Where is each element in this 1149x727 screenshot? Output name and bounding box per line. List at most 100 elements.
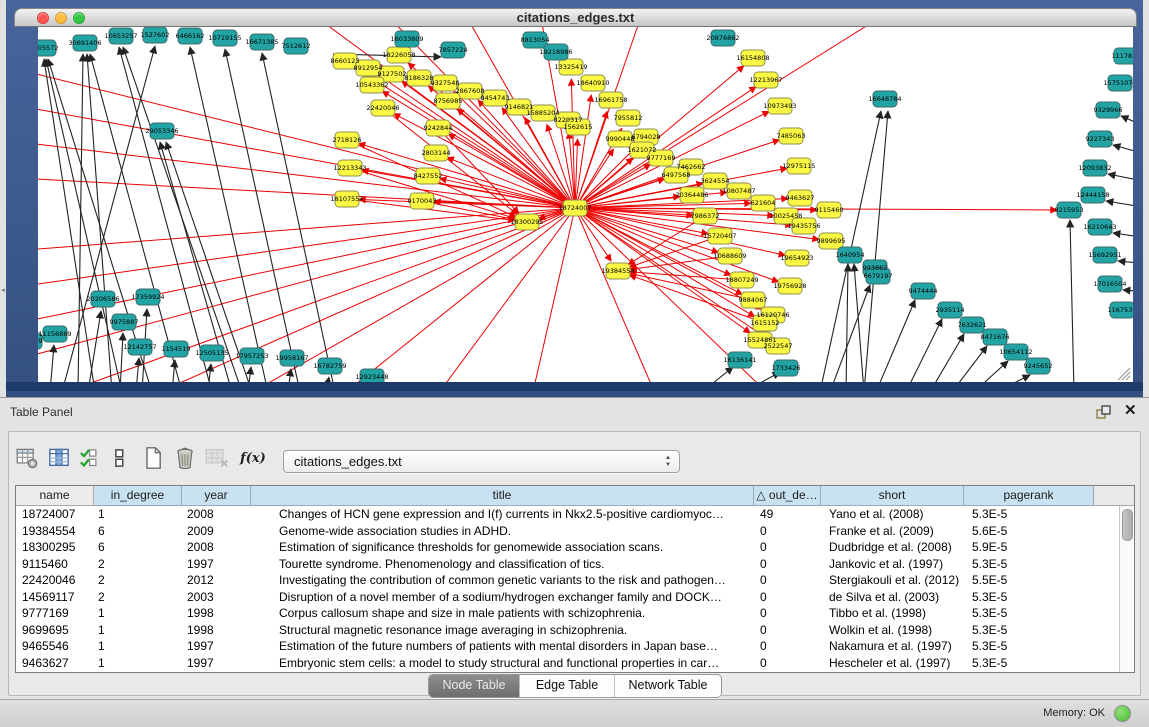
network-edge[interactable] bbox=[38, 95, 575, 208]
cell: Corpus callosum shape and size in male p… bbox=[251, 605, 754, 622]
delete-table-icon[interactable] bbox=[204, 445, 230, 471]
table-row[interactable]: 1456911722003Disruption of a novel membe… bbox=[16, 589, 1134, 606]
scrollbar-thumb[interactable] bbox=[1122, 509, 1133, 541]
network-edge[interactable] bbox=[88, 311, 101, 382]
splitter-collapse-arrow-icon[interactable]: ◂ bbox=[0, 286, 6, 294]
cell: 5.3E-5 bbox=[964, 638, 1094, 655]
cell: Dudbridge et al. (2008) bbox=[821, 539, 964, 556]
network-edge[interactable] bbox=[906, 319, 942, 382]
memory-ok-indicator-icon[interactable] bbox=[1114, 705, 1131, 722]
delete-trash-icon[interactable] bbox=[172, 445, 198, 471]
network-edge[interactable] bbox=[38, 55, 575, 208]
table-row[interactable]: 2242004622012Investigating the contribut… bbox=[16, 572, 1134, 589]
network-edge[interactable] bbox=[530, 208, 575, 382]
network-edge[interactable] bbox=[1113, 233, 1133, 238]
node-label: 7462662 bbox=[677, 163, 706, 171]
node-label: 1154519 bbox=[162, 345, 191, 353]
new-document-icon[interactable] bbox=[140, 445, 166, 471]
network-edge[interactable] bbox=[38, 208, 575, 375]
cell: Tibbo et al. (1998) bbox=[821, 605, 964, 622]
cell: Hescheler et al. (1997) bbox=[821, 655, 964, 672]
network-edge[interactable] bbox=[952, 346, 987, 382]
column-header-title[interactable]: title bbox=[251, 486, 754, 506]
table-selector-dropdown[interactable]: citations_edges.txt ▲▼ bbox=[283, 450, 680, 473]
network-edge[interactable] bbox=[629, 236, 720, 267]
network-edge[interactable] bbox=[38, 135, 575, 208]
network-edge[interactable] bbox=[1118, 261, 1133, 264]
network-edge[interactable] bbox=[330, 208, 575, 382]
node-label: 7512612 bbox=[282, 42, 311, 50]
network-window-titlebar[interactable]: citations_edges.txt bbox=[14, 8, 1137, 27]
node-label: 8215953 bbox=[1055, 206, 1084, 214]
network-edge[interactable] bbox=[326, 377, 329, 382]
column-header-short[interactable]: short bbox=[821, 486, 964, 506]
column-header-name[interactable]: name bbox=[16, 486, 94, 506]
cell: 0 bbox=[754, 523, 821, 540]
table-settings-icon[interactable] bbox=[14, 445, 40, 471]
function-builder-icon[interactable]: f(x) bbox=[240, 445, 266, 471]
table-row[interactable]: 1938455462009Genome-wide association stu… bbox=[16, 523, 1134, 540]
network-edge[interactable] bbox=[1070, 220, 1074, 382]
node-label: 12444158 bbox=[1076, 191, 1109, 199]
table-row[interactable]: 911546021997Tourette syndrome. Phenomeno… bbox=[16, 556, 1134, 573]
network-edge[interactable] bbox=[702, 367, 733, 382]
network-edge[interactable] bbox=[930, 334, 964, 382]
table-row[interactable]: 946362711997Embryonic stem cells: a mode… bbox=[16, 655, 1134, 672]
close-panel-icon[interactable]: ✕ bbox=[1124, 401, 1137, 419]
column-header-year[interactable]: year bbox=[182, 486, 251, 506]
cell: Changes of HCN gene expression and I(f) … bbox=[251, 506, 754, 523]
cell: 2 bbox=[94, 556, 182, 573]
network-edge[interactable] bbox=[225, 49, 300, 382]
network-edge[interactable] bbox=[248, 367, 251, 382]
network-edge[interactable] bbox=[996, 375, 1030, 382]
network-edge[interactable] bbox=[262, 53, 335, 382]
network-edge[interactable] bbox=[120, 333, 123, 382]
column-header-pagerank[interactable]: pagerank bbox=[964, 486, 1094, 506]
tab-network-table[interactable]: Network Table bbox=[614, 675, 721, 697]
node-label: 17016504 bbox=[1093, 280, 1126, 288]
toggle-rows-icon[interactable] bbox=[106, 445, 132, 471]
status-bar: Memory: OK bbox=[0, 699, 1149, 727]
network-edge[interactable] bbox=[876, 300, 915, 382]
column-header-out_de[interactable]: △ out_de… bbox=[754, 486, 821, 506]
network-edge[interactable] bbox=[575, 149, 613, 208]
network-edge[interactable] bbox=[864, 111, 888, 382]
table-scrollbar[interactable] bbox=[1119, 506, 1133, 672]
cell: 1 bbox=[94, 506, 182, 523]
float-panel-icon[interactable] bbox=[1095, 404, 1113, 420]
window-resize-grip[interactable] bbox=[1118, 368, 1130, 380]
network-edge[interactable] bbox=[830, 285, 870, 382]
select-all-check-icon[interactable] bbox=[76, 445, 102, 471]
node-label: 9170043 bbox=[408, 197, 437, 205]
node-table[interactable]: namein_degreeyeartitle△ out_de…shortpage… bbox=[15, 485, 1135, 673]
cell: 2008 bbox=[182, 539, 251, 556]
network-edge[interactable] bbox=[190, 47, 268, 382]
table-row[interactable]: 977716911998Corpus callosum shape and si… bbox=[16, 605, 1134, 622]
network-edge[interactable] bbox=[1108, 174, 1133, 182]
network-edge[interactable] bbox=[1121, 116, 1133, 128]
tab-node-table[interactable]: Node Table bbox=[429, 675, 519, 697]
network-edge[interactable] bbox=[90, 54, 182, 382]
table-row[interactable]: 969969511998Structural magnetic resonanc… bbox=[16, 622, 1134, 639]
column-header-in_degree[interactable]: in_degree bbox=[94, 486, 182, 506]
citation-network-graph[interactable]: 1872400786601238912954182260589127502105… bbox=[38, 27, 1133, 382]
cell: 2003 bbox=[182, 589, 251, 606]
cell: 5.6E-5 bbox=[964, 523, 1094, 540]
table-row[interactable]: 1830029562008Estimation of significance … bbox=[16, 539, 1134, 556]
table-row[interactable]: 1872400712008Changes of HCN gene express… bbox=[16, 506, 1134, 523]
network-edge[interactable] bbox=[1123, 290, 1133, 292]
select-columns-icon[interactable] bbox=[46, 445, 72, 471]
node-label: 12505135 bbox=[195, 349, 228, 357]
network-edge[interactable] bbox=[172, 360, 175, 382]
network-edge[interactable] bbox=[1113, 145, 1133, 155]
network-edge[interactable] bbox=[1106, 201, 1133, 208]
network-edge[interactable] bbox=[974, 361, 1008, 382]
node-label: 9115460 bbox=[815, 206, 844, 214]
table-row[interactable]: 946554611997Estimation of the future num… bbox=[16, 638, 1134, 655]
dropdown-stepper-icon: ▲▼ bbox=[665, 455, 671, 469]
tab-edge-table[interactable]: Edge Table bbox=[519, 675, 614, 697]
network-edge[interactable] bbox=[136, 358, 139, 382]
network-canvas[interactable]: 1872400786601238912954182260589127502105… bbox=[38, 27, 1133, 382]
network-edge[interactable] bbox=[38, 208, 575, 295]
network-edge[interactable] bbox=[846, 264, 848, 382]
